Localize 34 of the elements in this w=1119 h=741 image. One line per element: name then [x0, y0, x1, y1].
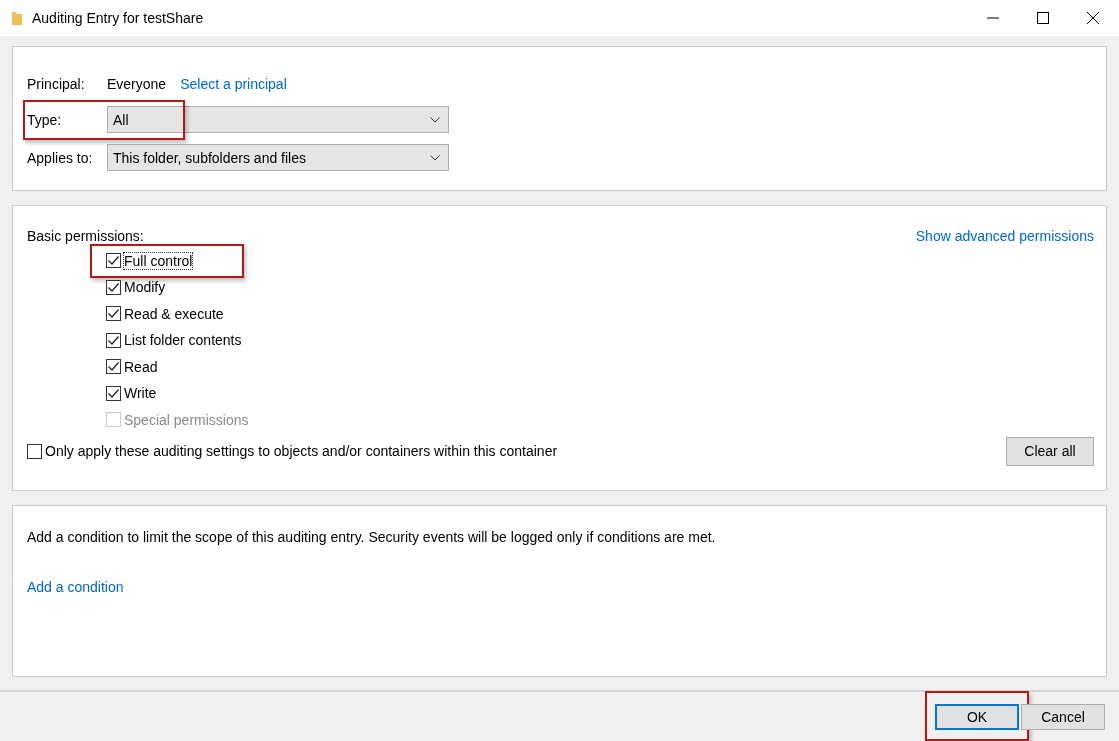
add-condition-link[interactable]: Add a condition [27, 579, 124, 595]
principal-label: Principal: [27, 76, 86, 92]
permissions-heading: Basic permissions: [27, 228, 144, 244]
dialog-button[interactable]: OK [935, 703, 1019, 730]
checkbox-label[interactable]: Full control [124, 252, 193, 269]
chevron-down-icon [430, 154, 440, 161]
close-icon[interactable] [1087, 12, 1099, 24]
dialog-button[interactable]: Cancel [1021, 703, 1105, 730]
checkbox[interactable] [106, 306, 121, 322]
checkbox[interactable] [27, 443, 42, 459]
checkbox-label[interactable]: List folder contents [124, 332, 242, 349]
checkbox[interactable] [106, 385, 121, 401]
condition-description: Add a condition to limit the scope of this auditing entry. Security events will be logged only if conditions are met. [27, 529, 717, 545]
clear-all-button[interactable]: Clear all [1006, 436, 1094, 466]
checkbox[interactable] [106, 279, 121, 295]
checkbox[interactable] [106, 332, 121, 348]
field-label: Applies to: [27, 149, 94, 166]
checkbox[interactable] [106, 253, 121, 269]
checkbox[interactable] [106, 359, 121, 375]
chevron-down-icon [430, 116, 440, 123]
window-title: Auditing Entry for testShare [32, 10, 204, 26]
dropdown[interactable]: This folder, subfolders and files [107, 144, 449, 171]
advanced-permissions-link[interactable]: Show advanced permissions [915, 228, 1094, 244]
select-principal-link[interactable]: Select a principal [180, 76, 287, 92]
checkbox-label[interactable]: Only apply these auditing settings to objects and/or containers within this container [45, 443, 558, 459]
field-label: Type: [27, 111, 63, 128]
folder-icon [12, 11, 22, 25]
checkbox-label[interactable]: Read [124, 358, 158, 375]
dropdown[interactable]: All [107, 106, 449, 133]
checkbox-label[interactable]: Read & execute [124, 305, 224, 322]
checkbox-label[interactable]: Modify [124, 279, 166, 296]
checkbox-label[interactable]: Write [124, 385, 157, 402]
maximize-icon[interactable] [1037, 12, 1049, 24]
principal-name: Everyone [107, 76, 167, 92]
